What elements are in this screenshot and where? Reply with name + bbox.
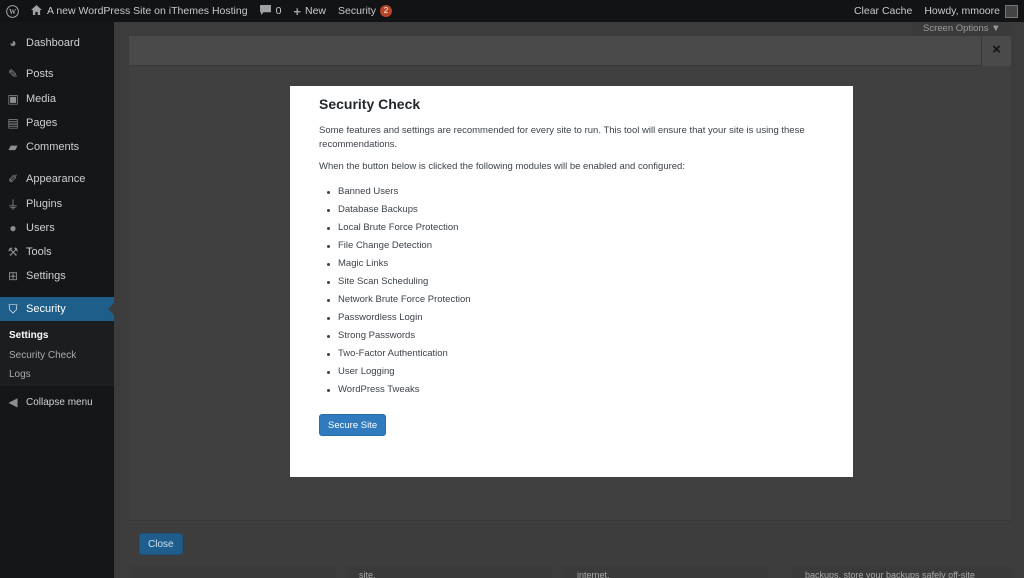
sidebar-item-media[interactable]: ▣ Media — [0, 87, 114, 111]
list-item: Banned Users — [319, 183, 824, 201]
list-item: Magic Links — [319, 255, 824, 273]
collapse-arrow-icon: ◀ — [8, 395, 18, 409]
sidebar-item-label: Comments — [26, 141, 80, 153]
list-item: Two-Factor Authentication — [319, 345, 824, 363]
svg-text:W: W — [9, 8, 17, 16]
background-card — [131, 566, 336, 578]
sidebar-item-label: Users — [26, 222, 55, 234]
sidebar-item-tools[interactable]: ⚒ Tools — [0, 240, 114, 264]
comment-bubble-icon — [259, 4, 271, 18]
home-icon — [31, 4, 42, 18]
collapse-menu-button[interactable]: ◀ Collapse menu — [0, 390, 114, 414]
sidebar-item-label: Pages — [26, 117, 58, 129]
site-name-link[interactable]: A new WordPress Site on iThemes Hosting — [25, 0, 254, 22]
card-text: site. — [359, 570, 376, 578]
background-card: backups, store your backups safely off-s… — [793, 566, 1011, 578]
list-item: Local Brute Force Protection — [319, 219, 824, 237]
sidebar-item-label: Settings — [26, 270, 66, 282]
howdy-label: Howdy, mmoore — [924, 5, 1000, 17]
settings-icon: ⊞ — [7, 269, 19, 283]
modal-lead: When the button below is clicked the fol… — [319, 161, 685, 172]
sidebar-item-plugins[interactable]: ⏚ Plugins — [0, 192, 114, 216]
dialog-header: × — [129, 36, 1011, 66]
dialog-footer: Close — [129, 520, 1011, 566]
admin-sidebar: ◕ Dashboard ✎ Posts ▣ Media ▤ Pages ▰ Co… — [0, 22, 114, 578]
submenu-item-security-check[interactable]: Security Check — [9, 350, 76, 361]
card-text: backups, store your backups safely off-s… — [805, 570, 975, 578]
wordpress-logo-icon[interactable]: W — [0, 0, 25, 22]
sidebar-item-label: Appearance — [26, 173, 86, 185]
close-button[interactable]: Close — [139, 533, 183, 555]
close-icon[interactable]: × — [981, 36, 1011, 66]
card-text: internet. — [577, 570, 610, 578]
avatar — [1005, 4, 1018, 18]
user-icon: ● — [9, 221, 17, 235]
security-check-modal: Security Check Some features and setting… — [290, 86, 853, 477]
sidebar-item-appearance[interactable]: ✐ Appearance — [0, 167, 114, 191]
admin-bar: W A new WordPress Site on iThemes Hostin… — [0, 0, 1024, 22]
sidebar-item-label: Posts — [26, 68, 54, 80]
clear-cache-link[interactable]: Clear Cache — [848, 0, 918, 22]
comments-link[interactable]: 0 — [254, 0, 288, 22]
submenu-item-logs[interactable]: Logs — [9, 369, 31, 380]
plus-icon: + — [293, 3, 301, 19]
pages-icon: ▤ — [7, 116, 19, 130]
wrench-icon: ⚒ — [7, 245, 19, 259]
sidebar-item-dashboard[interactable]: ◕ Dashboard — [0, 31, 114, 55]
site-name-label: A new WordPress Site on iThemes Hosting — [47, 5, 248, 17]
security-adminbar-label: Security — [338, 5, 376, 17]
user-account-menu[interactable]: Howdy, mmoore — [918, 0, 1024, 22]
sidebar-item-comments[interactable]: ▰ Comments — [0, 135, 114, 159]
sidebar-item-posts[interactable]: ✎ Posts — [0, 62, 114, 86]
sidebar-item-pages[interactable]: ▤ Pages — [0, 111, 114, 135]
sidebar-item-users[interactable]: ● Users — [0, 216, 114, 240]
background-card: internet. — [563, 566, 768, 578]
module-list: Banned Users Database Backups Local Brut… — [319, 183, 824, 399]
modal-title: Security Check — [319, 96, 421, 112]
modal-intro: Some features and settings are recommend… — [319, 125, 805, 150]
security-submenu: Settings Security Check Logs — [0, 321, 114, 386]
list-item: Database Backups — [319, 201, 824, 219]
new-content-link[interactable]: + New — [287, 0, 332, 22]
list-item: WordPress Tweaks — [319, 381, 824, 399]
list-item: Site Scan Scheduling — [319, 273, 824, 291]
pin-icon: ✎ — [7, 67, 19, 81]
security-adminbar-link[interactable]: Security 2 — [332, 0, 398, 22]
plug-icon: ⏚ — [6, 197, 19, 212]
screen-options-button[interactable]: Screen Options ▼ — [913, 22, 1011, 36]
shield-icon: ⛉ — [8, 301, 18, 316]
brush-icon: ✐ — [7, 172, 19, 186]
collapse-menu-label: Collapse menu — [26, 396, 93, 408]
media-icon: ▣ — [7, 92, 19, 106]
list-item: Network Brute Force Protection — [319, 291, 824, 309]
comment-icon: ▰ — [8, 140, 18, 154]
notification-badge: 2 — [379, 5, 392, 17]
new-label: New — [305, 5, 327, 17]
submenu-item-settings[interactable]: Settings — [9, 330, 48, 341]
list-item: Passwordless Login — [319, 309, 824, 327]
dashboard-icon: ◕ — [9, 36, 17, 50]
secure-site-button[interactable]: Secure Site — [319, 413, 387, 436]
list-item: Strong Passwords — [319, 327, 824, 345]
comments-count: 0 — [275, 5, 282, 17]
sidebar-item-label: Tools — [26, 246, 52, 258]
sidebar-item-label: Security — [26, 303, 66, 315]
sidebar-item-label: Plugins — [26, 198, 63, 210]
background-card: site. — [347, 566, 552, 578]
list-item: User Logging — [319, 363, 824, 381]
clear-cache-label: Clear Cache — [853, 5, 913, 17]
sidebar-item-settings[interactable]: ⊞ Settings — [0, 264, 114, 288]
sidebar-item-security[interactable]: ⛉ Security — [0, 297, 114, 321]
sidebar-item-label: Dashboard — [26, 37, 80, 49]
list-item: File Change Detection — [319, 237, 824, 255]
sidebar-item-label: Media — [26, 93, 56, 105]
